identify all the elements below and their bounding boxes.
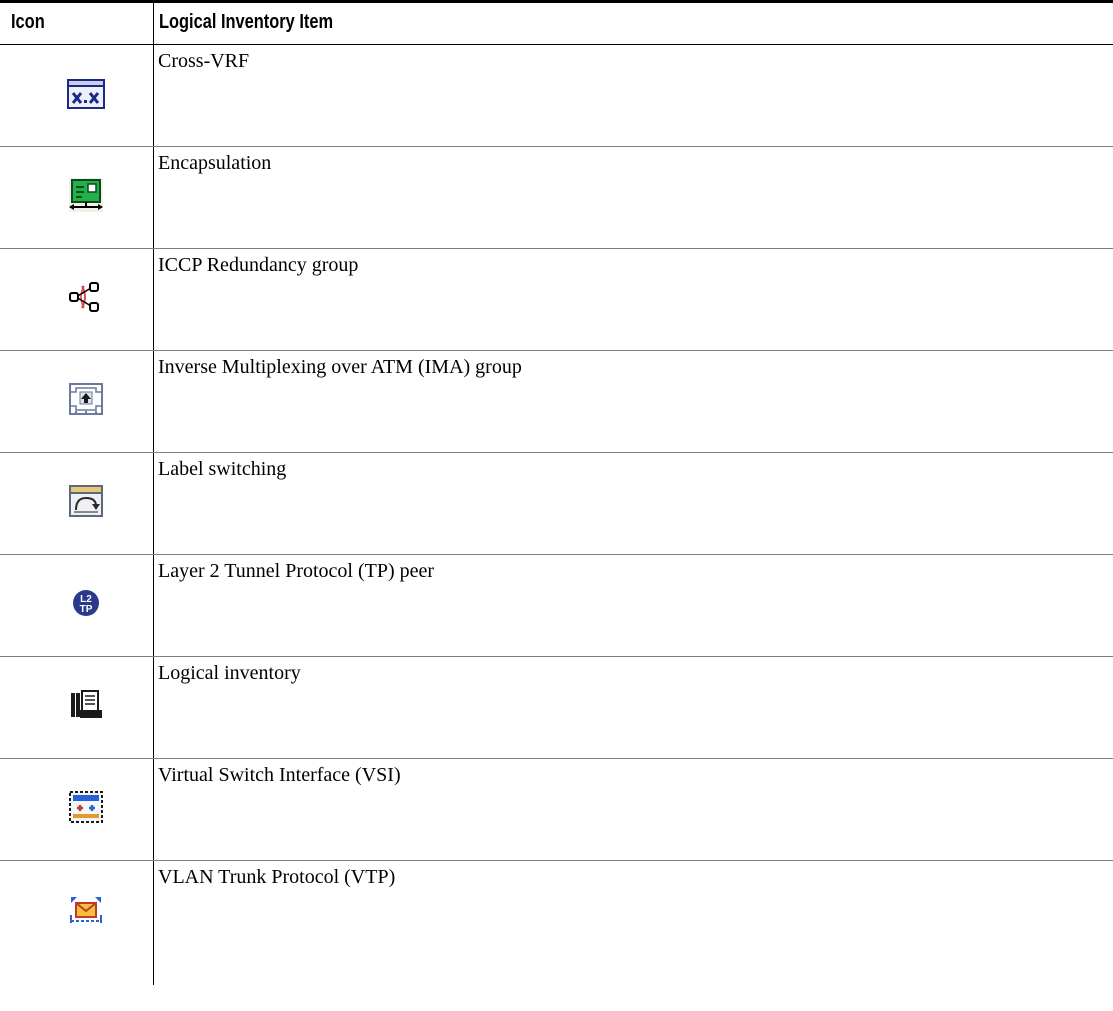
row-label: Label switching [158,458,287,480]
row-label: Layer 2 Tunnel Protocol (TP) peer [158,560,435,582]
table-row: Virtual Switch Interface (VSI) [0,759,1113,861]
encapsulation-icon [66,174,108,216]
table-row: Inverse Multiplexing over ATM (IMA) grou… [0,351,1113,453]
column-header-icon: Icon [11,11,45,33]
table-row: L2 TP Layer 2 Tunnel Protocol (TP) peer [0,555,1113,657]
table-row: ICCP Redundancy group [0,249,1113,351]
iccp-redundancy-group-icon [66,276,108,318]
vsi-icon [66,786,108,828]
l2tp-peer-icon: L2 TP [66,582,108,624]
ima-group-icon [66,378,108,420]
row-label: Encapsulation [158,152,272,174]
row-label: Cross-VRF [158,50,250,72]
column-header-item: Logical Inventory Item [159,11,334,33]
table-row: Label switching [0,453,1113,555]
table-row: Logical inventory [0,657,1113,759]
row-label: VLAN Trunk Protocol (VTP) [158,866,396,888]
svg-text:TP: TP [80,604,93,615]
row-label: Inverse Multiplexing over ATM (IMA) grou… [158,356,522,378]
table-header: Icon Logical Inventory Item [0,3,1113,44]
row-label: Logical inventory [158,662,301,684]
vtp-icon [66,888,108,930]
logical-inventory-icon [66,684,108,726]
row-label: ICCP Redundancy group [158,254,359,276]
row-label: Virtual Switch Interface (VSI) [158,764,401,786]
table-row: Encapsulation [0,147,1113,249]
cross-vrf-icon [66,72,108,114]
label-switching-icon [66,480,108,522]
table-row: Cross-VRF [0,45,1113,147]
table-row: VLAN Trunk Protocol (VTP) [0,861,1113,963]
